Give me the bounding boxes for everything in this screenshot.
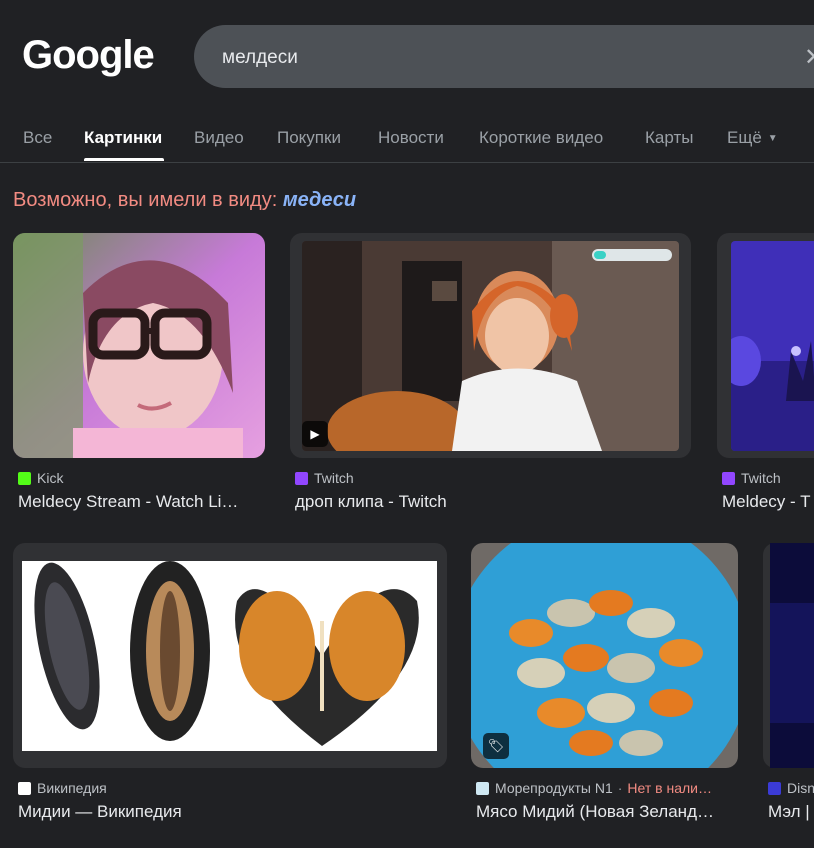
result-title-1[interactable]: Meldecy Stream - Watch Li…	[18, 492, 263, 512]
caret-down-icon: ▼	[767, 133, 778, 145]
result-title-4[interactable]: Мидии — Википедия	[18, 802, 438, 822]
site-icon	[768, 781, 781, 795]
result-image-1[interactable]	[13, 233, 265, 458]
result-source-4[interactable]: Википедия	[18, 780, 268, 796]
mussel-meat-photo	[471, 543, 738, 768]
result-source-name: Twitch	[314, 470, 354, 486]
result-source-3[interactable]: Twitch	[722, 470, 814, 486]
search-box[interactable]: ✕	[194, 25, 814, 90]
google-logo[interactable]: Google	[22, 33, 155, 78]
mussels-photo	[22, 561, 437, 751]
active-tab-indicator	[84, 158, 164, 161]
result-image-5[interactable]	[471, 543, 738, 768]
twitch-icon	[722, 471, 735, 485]
did-you-mean-link[interactable]: медеси	[283, 189, 356, 211]
result-source-name: Морепродукты N1	[495, 780, 613, 796]
did-you-mean-prefix: Возможно, вы имели в виду:	[13, 189, 278, 211]
wikipedia-icon	[18, 781, 31, 795]
did-you-mean: Возможно, вы имели в виду: медеси	[13, 189, 356, 212]
result-image-2[interactable]	[302, 241, 679, 451]
result-image-3[interactable]	[731, 241, 814, 451]
result-source-name: Kick	[37, 470, 64, 486]
result-source-name: Википедия	[37, 780, 107, 796]
result-image-6[interactable]	[770, 543, 814, 768]
stream-photo	[302, 241, 679, 451]
tag-icon[interactable]: 🏷	[483, 733, 509, 759]
tab-video[interactable]: Видео	[194, 128, 244, 148]
result-source-6[interactable]: Disn	[768, 780, 814, 796]
result-source-1[interactable]: Kick	[18, 470, 268, 486]
search-tabs: Все Картинки Видео Покупки Новости Корот…	[0, 118, 814, 162]
tab-more-label: Ещё	[727, 128, 762, 147]
dark-blue-photo	[770, 543, 814, 768]
tab-maps[interactable]: Карты	[645, 128, 693, 148]
tab-images[interactable]: Картинки	[84, 128, 162, 148]
tab-more[interactable]: Ещё ▼	[727, 128, 778, 148]
result-title-3[interactable]: Meldecy - T	[722, 492, 814, 512]
stock-status: Нет в нали…	[627, 780, 712, 796]
search-input[interactable]	[220, 25, 784, 90]
portrait-photo	[13, 233, 265, 458]
room-photo	[731, 241, 814, 451]
divider	[0, 162, 814, 163]
store-icon	[476, 781, 489, 795]
tab-all[interactable]: Все	[23, 128, 52, 148]
twitch-icon	[295, 471, 308, 485]
result-source-5[interactable]: Морепродукты N1 · Нет в нали…	[476, 780, 736, 796]
result-source-2[interactable]: Twitch	[295, 470, 545, 486]
result-title-2[interactable]: дроп клипа - Twitch	[295, 492, 675, 512]
result-title-6[interactable]: Мэл |	[768, 802, 814, 822]
play-icon[interactable]: ▶	[302, 421, 328, 447]
close-icon[interactable]: ✕	[804, 43, 814, 72]
result-image-4[interactable]	[22, 561, 437, 751]
separator: ·	[617, 780, 623, 796]
result-source-name: Twitch	[741, 470, 781, 486]
result-title-5[interactable]: Мясо Мидий (Новая Зеланд…	[476, 802, 736, 822]
kick-icon	[18, 471, 31, 485]
tab-news[interactable]: Новости	[378, 128, 444, 148]
result-source-name: Disn	[787, 780, 814, 796]
tab-shopping[interactable]: Покупки	[277, 128, 341, 148]
tab-short-videos[interactable]: Короткие видео	[479, 128, 603, 148]
